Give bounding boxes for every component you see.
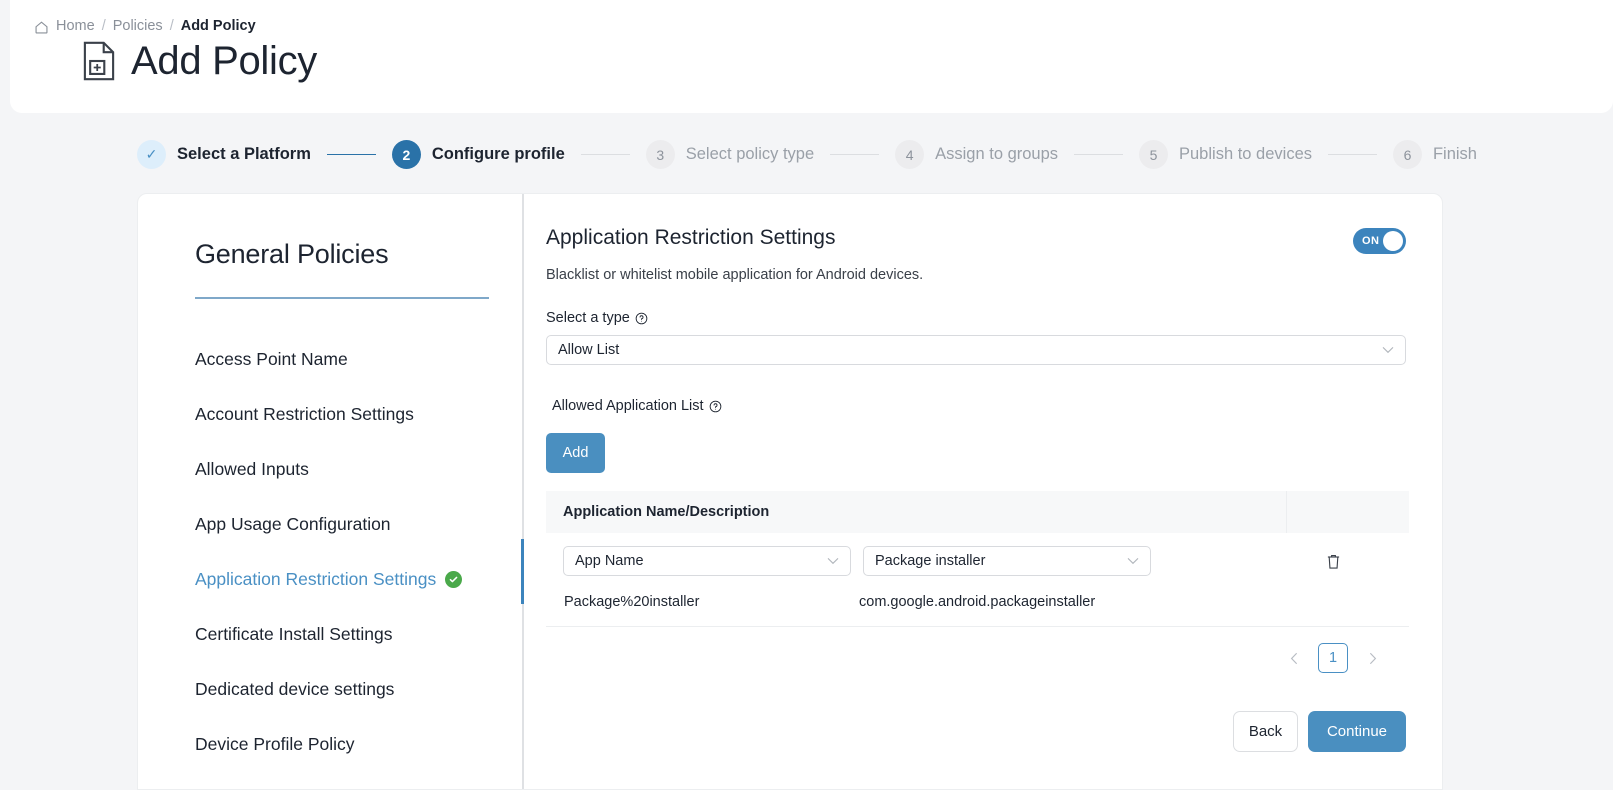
toggle-state-label: ON xyxy=(1362,235,1380,247)
chevron-down-icon xyxy=(827,555,839,567)
step-publish-to-devices[interactable]: 5 Publish to devices xyxy=(1139,140,1312,169)
step-2-number: 2 xyxy=(391,140,421,169)
step-5-label: Publish to devices xyxy=(1179,145,1312,163)
breadcrumb-current: Add Policy xyxy=(180,18,256,34)
step-connector-5 xyxy=(1328,153,1377,156)
select-type-dropdown[interactable]: Allow List xyxy=(546,335,1406,365)
select-type-label-text: Select a type xyxy=(546,310,630,326)
breadcrumb-separator-2: / xyxy=(169,18,174,34)
allowed-application-list-label: Allowed Application List xyxy=(546,398,1406,414)
pagination-page-1[interactable]: 1 xyxy=(1318,643,1348,673)
allowed-application-list-label-text: Allowed Application List xyxy=(552,398,704,414)
step-connector-1 xyxy=(326,153,376,156)
sidebar-item-access-point-name[interactable]: Access Point Name xyxy=(195,332,522,387)
sidebar-title: General Policies xyxy=(195,239,389,269)
home-icon xyxy=(34,20,49,35)
sidebar-item-label: Certificate Install Settings xyxy=(195,623,393,644)
add-button[interactable]: Add xyxy=(546,433,605,473)
page-title-row: Add Policy xyxy=(82,41,317,81)
sidebar-item-label: Device Profile Policy xyxy=(195,733,355,754)
select-type-label: Select a type xyxy=(546,310,1406,326)
chevron-down-icon xyxy=(1382,344,1394,356)
column-header-application-name: Application Name/Description xyxy=(563,504,770,520)
help-icon[interactable] xyxy=(635,312,648,325)
pagination-prev-button[interactable] xyxy=(1280,644,1308,672)
step-connector-2 xyxy=(580,153,630,156)
settings-panel-description: Blacklist or whitelist mobile applicatio… xyxy=(546,267,924,283)
trash-icon xyxy=(1326,553,1341,570)
application-value: Package installer xyxy=(875,553,986,569)
chevron-down-icon xyxy=(1127,555,1139,567)
help-icon[interactable] xyxy=(709,400,722,413)
row-detail-package: com.google.android.packageinstaller xyxy=(859,594,1096,610)
check-circle-icon xyxy=(445,570,463,588)
app-name-type-value: App Name xyxy=(575,553,644,569)
sidebar-item-dedicated-device-settings[interactable]: Dedicated device settings xyxy=(195,662,522,717)
step-finish[interactable]: 6 Finish xyxy=(1392,140,1477,169)
step-1-check-icon: ✓ xyxy=(137,140,166,169)
select-type-value: Allow List xyxy=(558,342,620,358)
sidebar-list: Access Point Name Account Restriction Se… xyxy=(195,332,522,772)
step-2-label: Configure profile xyxy=(431,145,565,163)
sidebar-item-device-profile-policy[interactable]: Device Profile Policy xyxy=(195,717,522,772)
sidebar-item-label: Allowed Inputs xyxy=(195,458,309,479)
continue-button[interactable]: Continue xyxy=(1308,711,1406,752)
step-4-label: Assign to groups xyxy=(935,145,1059,163)
step-6-number: 6 xyxy=(1392,140,1422,169)
step-4-number: 4 xyxy=(895,140,925,169)
step-6-label: Finish xyxy=(1432,145,1477,163)
page-header: Home / Policies / Add Policy Add Policy xyxy=(10,0,1613,113)
settings-panel-title: Application Restriction Settings xyxy=(546,226,836,249)
page-title: Add Policy xyxy=(131,39,317,83)
sidebar-item-label: Dedicated device settings xyxy=(195,678,395,699)
toggle-knob xyxy=(1383,231,1403,251)
sidebar-item-application-restriction-settings[interactable]: Application Restriction Settings xyxy=(195,552,522,607)
step-3-label: Select policy type xyxy=(685,145,815,163)
breadcrumb-policies[interactable]: Policies xyxy=(113,18,163,34)
sidebar-item-app-usage-configuration[interactable]: App Usage Configuration xyxy=(195,497,522,552)
table-row: App Name Package installer xyxy=(546,533,1409,576)
settings-panel-header: Application Restriction Settings Blackli… xyxy=(546,226,1406,283)
step-connector-3 xyxy=(830,153,880,156)
wizard-footer-buttons: Back Continue xyxy=(1233,711,1406,752)
step-select-a-platform[interactable]: ✓ Select a Platform xyxy=(137,140,311,169)
enable-setting-toggle[interactable]: ON xyxy=(1353,228,1406,254)
sidebar-item-label: Access Point Name xyxy=(195,348,348,369)
row-detail-name: Package%20installer xyxy=(564,594,700,610)
pagination-next-button[interactable] xyxy=(1358,644,1386,672)
breadcrumb-separator-1: / xyxy=(101,18,106,34)
step-connector-4 xyxy=(1074,153,1123,156)
policy-sidebar: General Policies Access Point Name Accou… xyxy=(138,194,522,789)
sidebar-item-allowed-inputs[interactable]: Allowed Inputs xyxy=(195,442,522,497)
step-configure-profile[interactable]: 2 Configure profile xyxy=(391,140,565,169)
breadcrumb-home[interactable]: Home xyxy=(56,18,95,34)
table-row-details: Package%20installer com.google.android.p… xyxy=(546,576,1409,627)
sidebar-item-label: Application Restriction Settings xyxy=(195,568,437,589)
pagination: 1 xyxy=(546,643,1409,673)
sidebar-item-label: App Usage Configuration xyxy=(195,513,391,534)
step-assign-to-groups[interactable]: 4 Assign to groups xyxy=(895,140,1058,169)
table-header-row: Application Name/Description xyxy=(546,491,1409,533)
sidebar-item-certificate-install-settings[interactable]: Certificate Install Settings xyxy=(195,607,522,662)
document-add-icon xyxy=(82,41,116,81)
sidebar-divider-line xyxy=(195,297,489,299)
step-1-label: Select a Platform xyxy=(177,145,311,163)
policy-configuration-card: General Policies Access Point Name Accou… xyxy=(137,193,1443,790)
breadcrumb: Home / Policies / Add Policy xyxy=(34,18,256,34)
wizard-stepper: ✓ Select a Platform 2 Configure profile … xyxy=(137,138,1477,171)
delete-row-button[interactable] xyxy=(1326,553,1341,570)
step-select-policy-type[interactable]: 3 Select policy type xyxy=(645,140,815,169)
column-header-actions xyxy=(1286,491,1409,533)
application-dropdown[interactable]: Package installer xyxy=(863,546,1151,576)
application-list-table: Application Name/Description App Name Pa… xyxy=(546,491,1409,627)
settings-panel: Application Restriction Settings Blackli… xyxy=(523,194,1442,789)
sidebar-item-label: Account Restriction Settings xyxy=(195,403,414,424)
step-5-number: 5 xyxy=(1139,140,1168,169)
app-name-type-dropdown[interactable]: App Name xyxy=(563,546,851,576)
back-button[interactable]: Back xyxy=(1233,711,1298,752)
step-3-number: 3 xyxy=(645,140,675,169)
sidebar-item-account-restriction-settings[interactable]: Account Restriction Settings xyxy=(195,387,522,442)
